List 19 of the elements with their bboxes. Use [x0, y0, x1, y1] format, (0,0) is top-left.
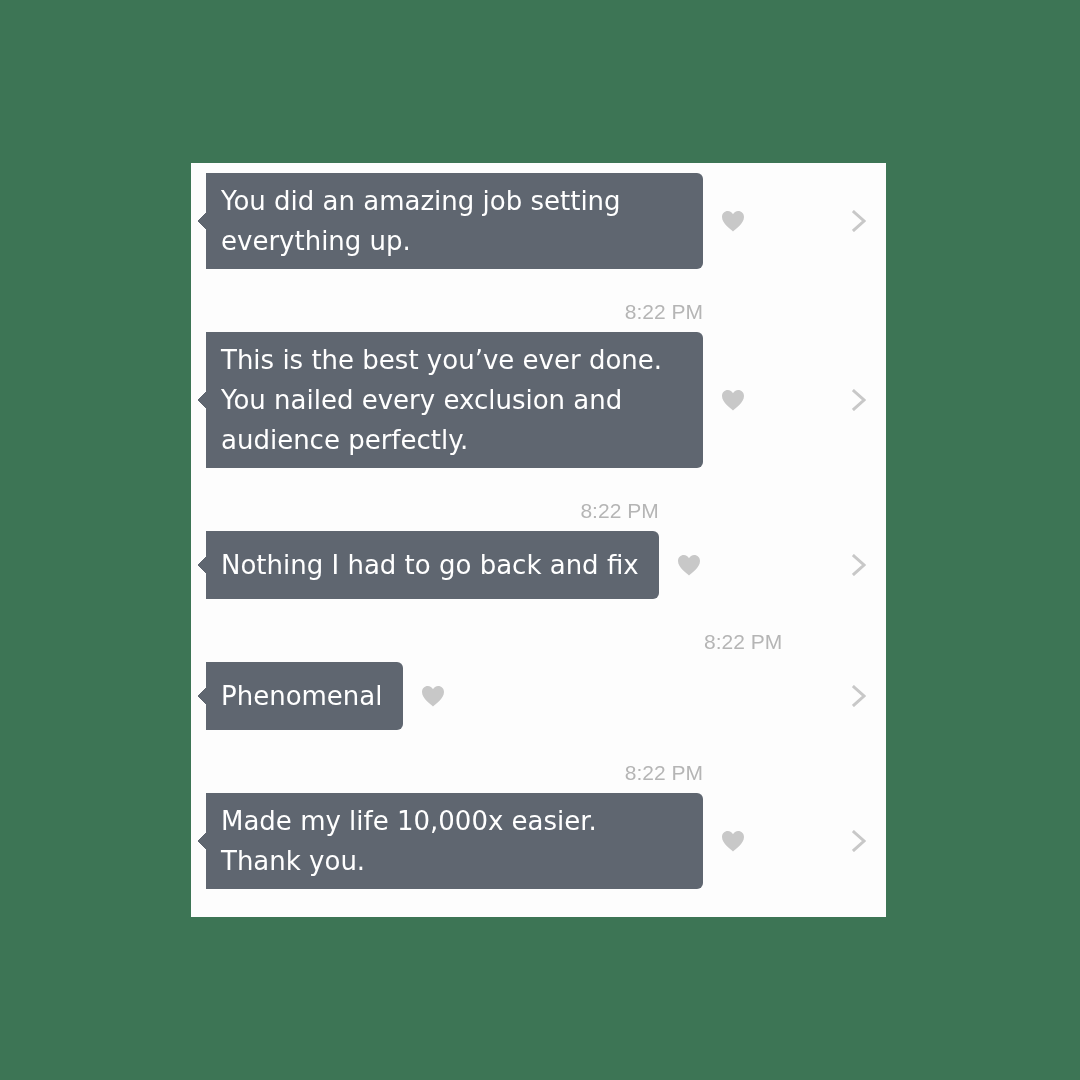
heart-icon[interactable] [721, 210, 745, 232]
chevron-right-icon[interactable] [852, 554, 866, 576]
message-bubble: You did an amazing job setting everything up. [197, 173, 703, 269]
message-bubble: Phenomenal [197, 662, 403, 730]
chevron-right-icon[interactable] [852, 685, 866, 707]
message-bubble: This is the best you’ve ever done. You nailed every exclusion and audience perfectly. [197, 332, 703, 468]
heart-icon[interactable] [721, 830, 745, 852]
message-bubble: Nothing I had to go back and fix [197, 531, 659, 599]
heart-icon[interactable] [676, 554, 701, 576]
timestamp: 8:22 PM [704, 631, 783, 653]
timestamp: 8:22 PM [624, 301, 703, 323]
timestamp: 8:22 PM [624, 762, 703, 784]
heart-icon[interactable] [721, 389, 745, 411]
heart-icon[interactable] [420, 685, 445, 707]
chevron-right-icon[interactable] [852, 210, 866, 232]
chevron-right-icon[interactable] [852, 389, 866, 411]
message-bubble: Made my life 10,000x easier. Thank you. [197, 793, 703, 889]
chevron-right-icon[interactable] [852, 830, 866, 852]
timestamp: 8:22 PM [580, 500, 659, 522]
